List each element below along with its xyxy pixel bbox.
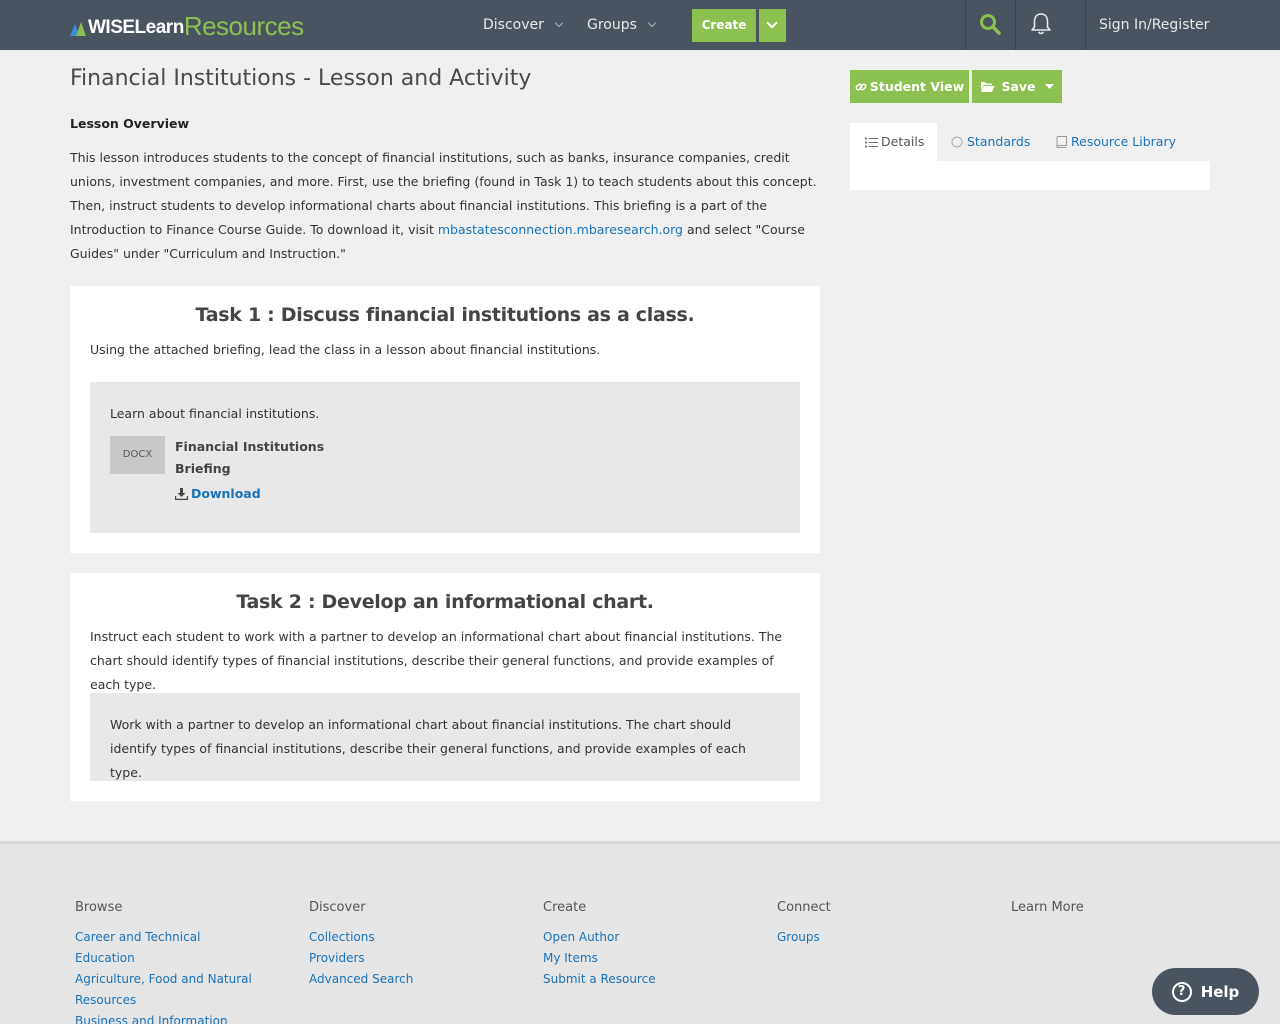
book-icon [1056, 136, 1067, 148]
footer-heading: Browse [75, 900, 123, 915]
sign-in-register-link[interactable]: Sign In/Register [1099, 0, 1209, 50]
nav-groups[interactable]: Groups [587, 0, 657, 50]
lesson-overview-heading: Lesson Overview [70, 116, 190, 131]
task-student-text: Learn about financial institutions. [110, 406, 320, 421]
link-icon [855, 83, 867, 90]
help-label: Help [1200, 982, 1240, 1001]
caret-down-icon [1044, 83, 1054, 89]
list-icon [865, 137, 878, 147]
attachment-file-name: Financial Institutions Briefing [175, 439, 325, 476]
task-title: Task 1 : Discuss financial institutions … [195, 304, 695, 326]
mbaresearch-link[interactable]: mbastatesconnection.mbaresearch.org [438, 222, 683, 237]
tab-standards-label: Standards [967, 134, 1031, 149]
nav-divider [965, 0, 966, 50]
footer-heading: Create [543, 900, 587, 915]
nav-discover[interactable]: Discover [483, 0, 564, 50]
page-title: Financial Institutions - Lesson and Acti… [70, 66, 532, 91]
task-student-box: Work with a partner to develop an inform… [90, 693, 800, 781]
nav-divider [1015, 0, 1016, 50]
footer-link[interactable]: Open Author [543, 927, 743, 948]
download-link[interactable]: Download [175, 486, 261, 501]
top-navbar: WISELearn Resources Discover Groups Crea… [0, 0, 1280, 50]
wiselearn-logo[interactable]: WISELearn Resources [70, 11, 304, 39]
docx-file-badge: DOCX [110, 436, 165, 474]
nav-divider [1085, 0, 1086, 50]
download-icon [175, 487, 188, 500]
save-button[interactable]: Save [972, 70, 1062, 103]
search-icon[interactable] [979, 13, 1001, 35]
task-description: Instruct each student to work with a par… [90, 629, 783, 692]
tab-panel-details [850, 161, 1210, 190]
task-description: Using the attached briefing, lead the cl… [90, 342, 601, 357]
footer-column-learn-more: Learn More [1011, 900, 1211, 927]
save-label: Save [1001, 79, 1036, 94]
help-button[interactable]: ? Help [1152, 968, 1259, 1015]
task-card-1: Task 1 : Discuss financial institutions … [70, 286, 820, 553]
site-footer: Browse Career and Technical Education Ag… [0, 841, 1280, 1024]
task-student-text: Work with a partner to develop an inform… [110, 717, 746, 780]
tab-standards[interactable]: Standards [951, 123, 1030, 161]
tab-details[interactable]: Details [850, 123, 937, 161]
circle-icon [951, 136, 963, 148]
footer-heading: Discover [309, 900, 366, 915]
chevron-down-icon [766, 17, 778, 29]
create-dropdown-button[interactable] [759, 9, 786, 42]
task-student-box: Learn about financial institutions. DOCX… [90, 382, 800, 533]
question-icon: ? [1171, 981, 1192, 1002]
chevron-down-icon [554, 18, 564, 28]
chevron-down-icon [647, 18, 657, 28]
footer-column-browse: Browse Career and Technical Education Ag… [75, 900, 260, 1024]
lesson-overview-text: This lesson introduces students to the c… [70, 146, 820, 266]
student-view-label: Student View [869, 79, 965, 94]
details-tabs: Details Standards Resource Library [850, 123, 1210, 161]
nav-groups-label: Groups [587, 17, 637, 33]
footer-column-create: Create Open Author My Items Submit a Res… [543, 900, 743, 990]
footer-column-connect: Connect Groups [777, 900, 977, 948]
nav-discover-label: Discover [483, 17, 544, 33]
create-button[interactable]: Create [692, 9, 756, 42]
footer-column-discover: Discover Collections Providers Advanced … [309, 900, 509, 990]
bell-icon[interactable] [1030, 12, 1052, 36]
tab-resource-library[interactable]: Resource Library [1056, 123, 1176, 161]
footer-link[interactable]: Groups [777, 927, 977, 948]
download-label: Download [191, 486, 261, 501]
footer-link[interactable]: Agriculture, Food and Natural Resources [75, 969, 260, 1011]
footer-link[interactable]: Advanced Search [309, 969, 509, 990]
footer-link[interactable]: My Items [543, 948, 743, 969]
tab-resource-library-label: Resource Library [1071, 134, 1177, 149]
footer-link[interactable]: Career and Technical Education [75, 927, 260, 969]
task-title: Task 2 : Develop an informational chart. [236, 591, 654, 613]
logo-text-wise: WISELearn [88, 17, 184, 38]
footer-link[interactable]: Providers [309, 948, 509, 969]
footer-heading: Connect [777, 900, 831, 915]
footer-link[interactable]: Submit a Resource [543, 969, 743, 990]
logo-mark-icon [70, 20, 86, 36]
logo-text-resources: Resources [183, 11, 304, 41]
task-card-2: Task 2 : Develop an informational chart.… [70, 573, 820, 801]
tab-details-label: Details [881, 134, 925, 149]
student-view-button[interactable]: Student View [850, 70, 969, 103]
footer-link[interactable]: Collections [309, 927, 509, 948]
footer-heading: Learn More [1011, 900, 1084, 915]
folder-open-icon [981, 81, 995, 92]
footer-link[interactable]: Business and Information Technology [75, 1011, 260, 1024]
